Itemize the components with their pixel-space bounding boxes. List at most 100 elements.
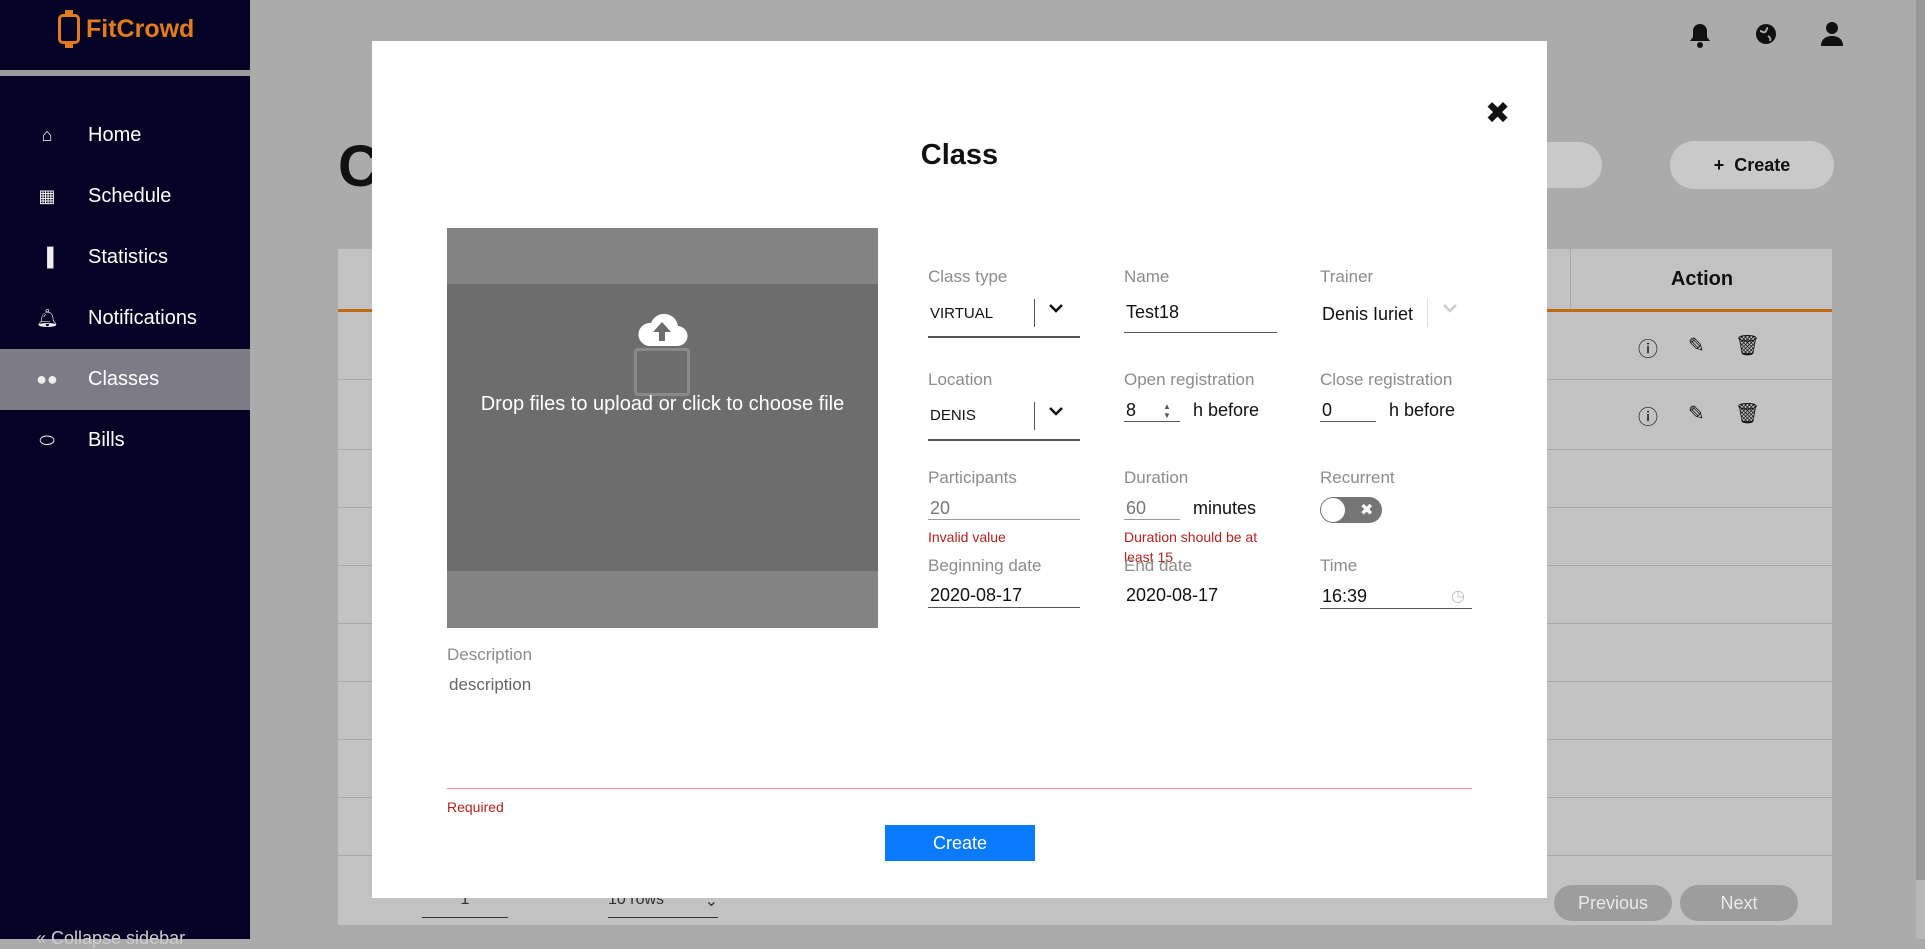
chevron-down-icon[interactable] [1048,301,1064,319]
watch-icon [58,10,80,48]
sidebar-item-label: Bills [88,429,125,451]
close-icon: ✖ [1360,502,1374,519]
class-modal: ✖ Class Drop files to upload or click to… [372,41,1547,898]
scrollbar-thumb[interactable] [1916,0,1925,880]
clock-icon[interactable]: ◷ [1451,586,1465,606]
info-icon[interactable]: ⓘ [1638,333,1658,362]
edit-icon[interactable]: ✎ [1688,401,1705,430]
chevron-down-icon[interactable] [1048,404,1064,422]
sidebar-item-notifications[interactable]: 🔔︎ Notifications [0,288,250,349]
dropzone-text: Drop files to upload or click to choose … [480,393,845,415]
name-input-underline [1124,332,1277,333]
toggle-knob [1321,498,1345,522]
home-icon: ⌂ [41,125,53,145]
class-type-value: VIRTUAL [930,305,994,322]
table-row: ⓘ ✎ 🗑︎ [1638,401,1760,430]
duration-label: Duration [1124,468,1189,487]
sidebar-item-label: Statistics [88,246,169,268]
info-icon[interactable]: ⓘ [1638,401,1658,430]
sidebar-nav: ⌂ Home ▦ Schedule ▐ Statistics 🔔︎ Notifi… [0,105,250,471]
close-registration-label: Close registration [1320,370,1453,389]
app-name: FitCrowd [86,14,195,43]
beginning-date-underline [928,607,1080,608]
globe-icon[interactable] [1753,22,1779,55]
sidebar-item-home[interactable]: ⌂ Home [0,105,250,166]
location-label: Location [928,370,993,389]
create-class-button[interactable]: + Create [1670,141,1834,189]
duration-suffix: minutes [1193,498,1257,518]
next-button[interactable]: Next [1680,885,1798,921]
duration-input[interactable]: 60 [1126,498,1146,519]
table-row: ⓘ ✎ 🗑︎ [1638,333,1760,362]
beginning-date-label: Beginning date [928,556,1042,575]
participants-underline [928,519,1080,520]
sidebar-item-label: Classes [88,368,160,390]
class-type-select[interactable] [928,336,1080,338]
participants-label: Participants [928,468,1017,487]
previous-button[interactable]: Previous [1554,885,1672,921]
bell-icon: 🔔︎ [36,308,59,328]
recurrent-label: Recurrent [1320,468,1395,487]
select-divider [1034,402,1035,430]
duration-underline [1124,519,1180,520]
sidebar-item-bills[interactable]: ⬭ Bills [0,410,250,471]
close-registration-underline [1320,421,1376,422]
trash-icon[interactable]: 🗑︎ [1735,333,1760,362]
name-label: Name [1124,267,1170,286]
sidebar: FitCrowd ⌂ Home ▦ Schedule ▐ Statistics … [0,0,250,948]
description-underline [447,788,1472,789]
recurrent-toggle[interactable]: ✖ [1320,497,1382,523]
app-logo[interactable]: FitCrowd [58,10,195,48]
sidebar-item-label: Schedule [88,185,172,207]
sidebar-item-label: Home [88,124,142,146]
select-divider [1427,299,1428,327]
sidebar-item-classes[interactable]: ●● Classes [0,349,250,410]
trash-icon[interactable]: 🗑︎ [1735,401,1760,430]
chevron-down-icon[interactable] [1442,301,1458,319]
cloud-upload-icon [638,313,688,347]
open-registration-label: Open registration [1124,370,1255,389]
sidebar-item-label: Notifications [88,307,197,329]
name-input[interactable]: Test18 [1126,302,1179,323]
time-underline [1320,608,1472,609]
sidebar-item-schedule[interactable]: ▦ Schedule [0,166,250,227]
open-registration-input[interactable]: 8 [1126,400,1136,421]
number-spinner-icon[interactable]: ▲ ▼ [1163,402,1171,420]
pill-icon: ⬭ [39,430,55,450]
sidebar-divider [0,70,250,76]
open-registration-suffix: h before [1193,400,1260,420]
trainer-value: Denis Iuriet [1322,304,1414,324]
participants-input[interactable]: 20 [930,498,950,519]
file-dropzone[interactable]: Drop files to upload or click to choose … [447,228,878,628]
open-registration-underline [1124,421,1180,422]
location-value: DENIS [930,407,976,424]
class-type-label: Class type [928,267,1008,286]
end-date-label: End date [1124,556,1193,575]
edit-icon[interactable]: ✎ [1688,333,1705,362]
description-error: Required [447,799,504,815]
description-label: Description [447,645,533,664]
beginning-date-input[interactable]: 2020-08-17 [930,585,1022,606]
bell-icon[interactable] [1687,22,1713,55]
user-icon[interactable] [1819,22,1845,55]
bar-chart-icon: ▐ [40,247,54,267]
create-button[interactable]: Create [885,825,1035,861]
plus-icon: + [1713,154,1725,175]
sidebar-item-statistics[interactable]: ▐ Statistics [0,227,250,288]
close-registration-input[interactable]: 0 [1322,400,1332,421]
trainer-label: Trainer [1320,267,1374,286]
image-placeholder-icon [634,348,690,396]
participants-error: Invalid value [928,529,1006,545]
page-scrollbar[interactable] [1916,0,1925,939]
location-select[interactable] [928,439,1080,441]
users-icon: ●● [36,369,58,389]
close-icon[interactable]: ✖ [1485,96,1510,131]
select-divider [1034,299,1035,327]
time-label: Time [1320,556,1358,575]
close-registration-suffix: h before [1389,400,1456,420]
modal-title: Class [920,139,999,171]
time-input[interactable]: 16:39 [1322,586,1367,607]
header-icons [1687,22,1845,55]
end-date-input[interactable]: 2020-08-17 [1126,585,1218,606]
description-textarea[interactable]: description [449,675,531,695]
